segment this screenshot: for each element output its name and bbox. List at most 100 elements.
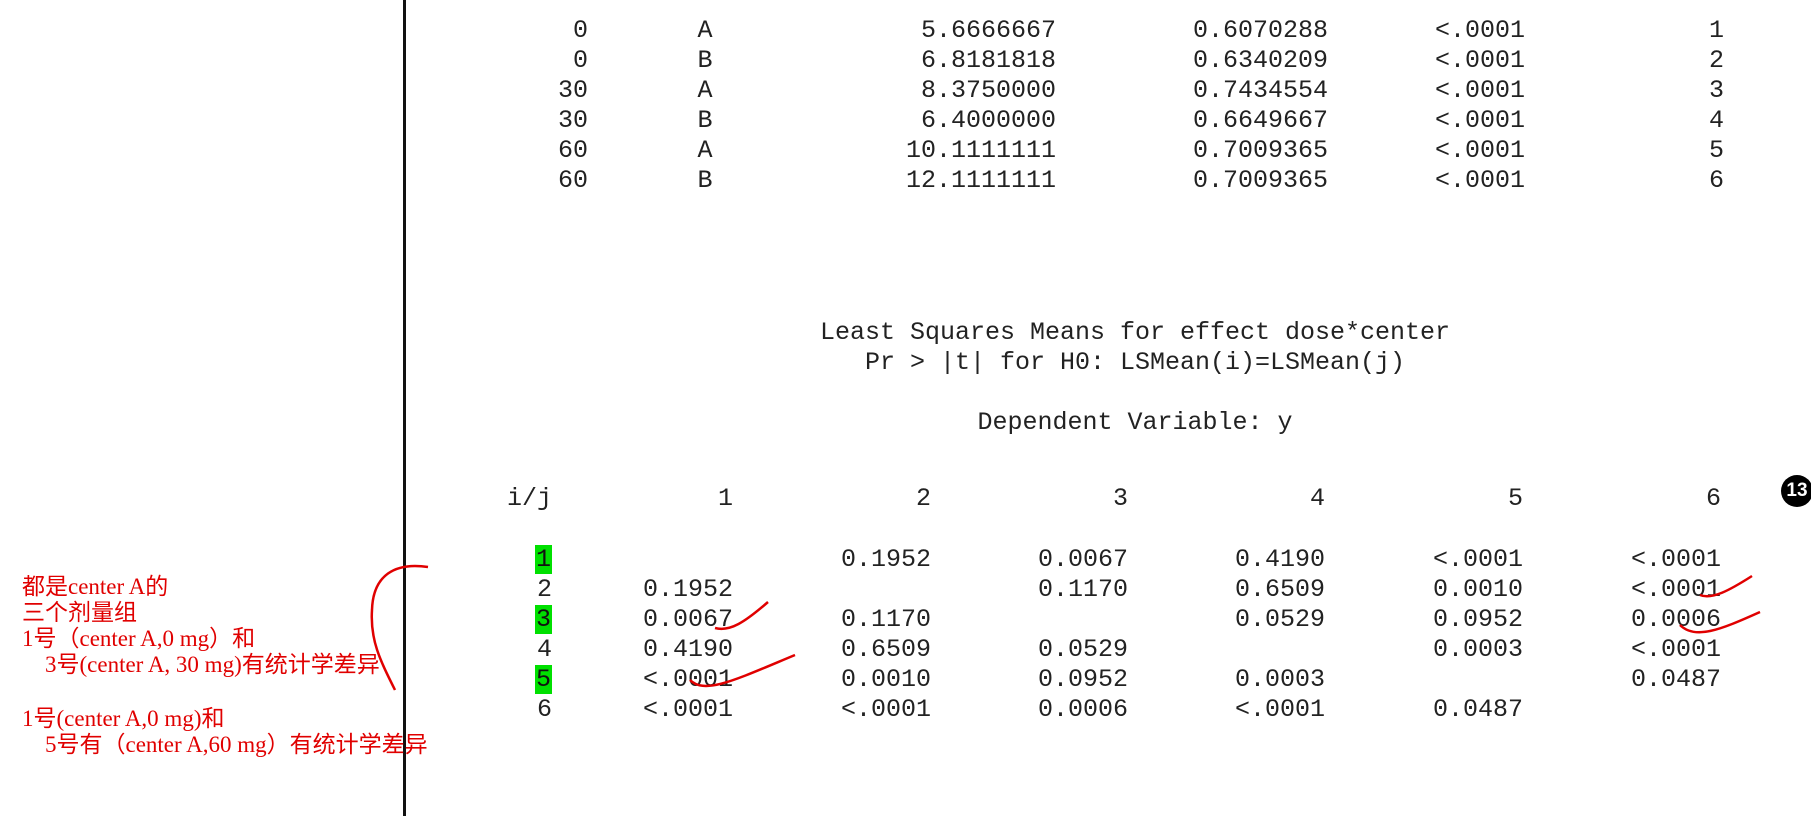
matrix-p-value-cell: <.0001 — [1630, 635, 1721, 664]
matrix-p-value-cell: 0.6509 — [840, 635, 931, 664]
stderr-cell: 0.6649667 — [1192, 106, 1328, 135]
page-number-badge: 13 — [1781, 475, 1811, 507]
matrix-p-value-cell: 0.0487 — [1630, 665, 1721, 694]
matrix-column-header: 4 — [1309, 484, 1325, 513]
annotation-line-3: 1号（center A,0 mg）和 — [22, 626, 256, 651]
lsmean-cell: 8.3750000 — [920, 76, 1056, 105]
lsmean-number-cell: 5 — [1708, 136, 1724, 165]
lsmeans-table-row: 60 A 10.1111111 0.7009365 <.0001 5 — [0, 136, 1811, 166]
matrix-column-header: 1 — [717, 484, 733, 513]
annotation-line-1: 都是center A的 — [22, 574, 169, 599]
matrix-column-header: 3 — [1112, 484, 1128, 513]
matrix-p-value-cell: 0.4190 — [1234, 545, 1325, 574]
matrix-p-value-cell: 0.0010 — [840, 665, 931, 694]
highlighted-row-number: 3 — [534, 605, 552, 634]
lsmeans-table-row: 30 B 6.4000000 0.6649667 <.0001 4 — [0, 106, 1811, 136]
matrix-column-header: 6 — [1705, 484, 1721, 513]
matrix-p-value-cell: <.0001 — [1234, 695, 1325, 724]
stderr-cell: 0.6340209 — [1192, 46, 1328, 75]
matrix-p-value-cell: 0.0529 — [1234, 605, 1325, 634]
matrix-p-value-cell: 0.1170 — [1037, 575, 1128, 604]
corner-label: i/j — [506, 484, 552, 513]
matrix-p-value-cell: <.0001 — [840, 695, 931, 724]
matrix-row-label: 4 — [500, 635, 552, 665]
matrix-row: 6 <.0001 <.0001 0.0006 <.0001 0.0487 — [0, 695, 1811, 725]
dependent-variable-label: Dependent Variable: y — [977, 408, 1293, 437]
matrix-row: 3 0.0067 0.1170 0.0529 0.0952 0.0006 — [0, 605, 1811, 635]
center-cell: A — [697, 76, 713, 105]
lsmean-cell: 12.1111111 — [905, 166, 1056, 195]
matrix-row: 2 0.1952 0.1170 0.6509 0.0010 <.0001 — [0, 575, 1811, 605]
lsmean-number-cell: 2 — [1708, 46, 1724, 75]
matrix-p-value-cell: 0.1170 — [840, 605, 931, 634]
matrix-row-label: 1 — [500, 545, 552, 575]
matrix-p-value-cell: 0.1952 — [840, 545, 931, 574]
matrix-p-value-cell: <.0001 — [1630, 575, 1721, 604]
lsmean-number-cell: 6 — [1708, 166, 1724, 195]
matrix-p-value-cell: 0.6509 — [1234, 575, 1325, 604]
matrix-p-value-cell: <.0001 — [642, 665, 733, 694]
matrix-p-value-cell: <.0001 — [642, 695, 733, 724]
matrix-header-row: i/j 1 2 3 4 5 6 — [0, 484, 1811, 514]
row-number: 6 — [536, 695, 552, 724]
matrix-p-value-cell: 0.0003 — [1432, 635, 1523, 664]
matrix-p-value-cell: 0.0010 — [1432, 575, 1523, 604]
center-cell: B — [697, 46, 713, 75]
center-cell: B — [697, 106, 713, 135]
matrix-row-label: 5 — [500, 665, 552, 695]
dose-cell: 60 — [557, 136, 588, 165]
p-value-cell: <.0001 — [1434, 166, 1525, 195]
matrix-p-value-cell: 0.0006 — [1630, 605, 1721, 634]
matrix-p-value-cell: 0.0067 — [642, 605, 733, 634]
matrix-p-value-cell: 0.1952 — [642, 575, 733, 604]
row-number: 4 — [536, 635, 552, 664]
annotation-line-4: 3号(center A, 30 mg)有统计学差异 — [22, 652, 380, 677]
lsmeans-table-row: 30 A 8.3750000 0.7434554 <.0001 3 — [0, 76, 1811, 106]
matrix-p-value-cell: 0.0003 — [1234, 665, 1325, 694]
lsmeans-table-row: 60 B 12.1111111 0.7009365 <.0001 6 — [0, 166, 1811, 196]
matrix-row-label: 6 — [500, 695, 552, 725]
lsmean-cell: 6.8181818 — [920, 46, 1056, 75]
annotation-line-5: 1号(center A,0 mg)和 — [22, 706, 225, 731]
dose-cell: 0 — [572, 16, 588, 45]
annotation-line-6: 5号有（center A,60 mg）有统计学差异 — [22, 732, 428, 757]
matrix-row-label: 2 — [500, 575, 552, 605]
matrix-p-value-cell: 0.0952 — [1432, 605, 1523, 634]
lsmean-cell: 10.1111111 — [905, 136, 1056, 165]
matrix-row: 1 0.1952 0.0067 0.4190 <.0001 <.0001 — [0, 545, 1811, 575]
sas-output-page: 0 A 5.6666667 0.6070288 <.0001 1 0 B 6.8181818 0.… — [0, 0, 1811, 816]
lsmean-number-cell: 4 — [1708, 106, 1724, 135]
matrix-subtitle: Pr > |t| for H0: LSMean(i)=LSMean(j) — [864, 348, 1406, 377]
matrix-p-value-cell: 0.0006 — [1037, 695, 1128, 724]
matrix-p-value-cell: 0.0067 — [1037, 545, 1128, 574]
dose-cell: 0 — [572, 46, 588, 75]
p-value-cell: <.0001 — [1434, 136, 1525, 165]
lsmeans-table-row: 0 B 6.8181818 0.6340209 <.0001 2 — [0, 46, 1811, 76]
lsmeans-table-row: 0 A 5.6666667 0.6070288 <.0001 1 — [0, 16, 1811, 46]
p-value-cell: <.0001 — [1434, 46, 1525, 75]
center-cell: A — [697, 136, 713, 165]
dose-cell: 30 — [557, 106, 588, 135]
lsmean-number-cell: 1 — [1708, 16, 1724, 45]
matrix-p-value-cell: 0.0487 — [1432, 695, 1523, 724]
matrix-column-header: 5 — [1507, 484, 1523, 513]
stderr-cell: 0.7009365 — [1192, 166, 1328, 195]
stderr-cell: 0.7434554 — [1192, 76, 1328, 105]
matrix-p-value-cell: 0.0529 — [1037, 635, 1128, 664]
stderr-cell: 0.6070288 — [1192, 16, 1328, 45]
matrix-title: Least Squares Means for effect dose*cent… — [819, 318, 1451, 347]
stderr-cell: 0.7009365 — [1192, 136, 1328, 165]
p-value-cell: <.0001 — [1434, 106, 1525, 135]
matrix-p-value-cell: 0.0952 — [1037, 665, 1128, 694]
lsmean-cell: 6.4000000 — [920, 106, 1056, 135]
dose-cell: 60 — [557, 166, 588, 195]
row-number: 2 — [536, 575, 552, 604]
annotation-line-2: 三个剂量组 — [22, 600, 137, 625]
lsmean-number-cell: 3 — [1708, 76, 1724, 105]
highlighted-row-number: 5 — [534, 665, 552, 694]
dose-cell: 30 — [557, 76, 588, 105]
matrix-row-label: 3 — [500, 605, 552, 635]
center-cell: A — [697, 16, 713, 45]
center-cell: B — [697, 166, 713, 195]
matrix-column-header: 2 — [915, 484, 931, 513]
